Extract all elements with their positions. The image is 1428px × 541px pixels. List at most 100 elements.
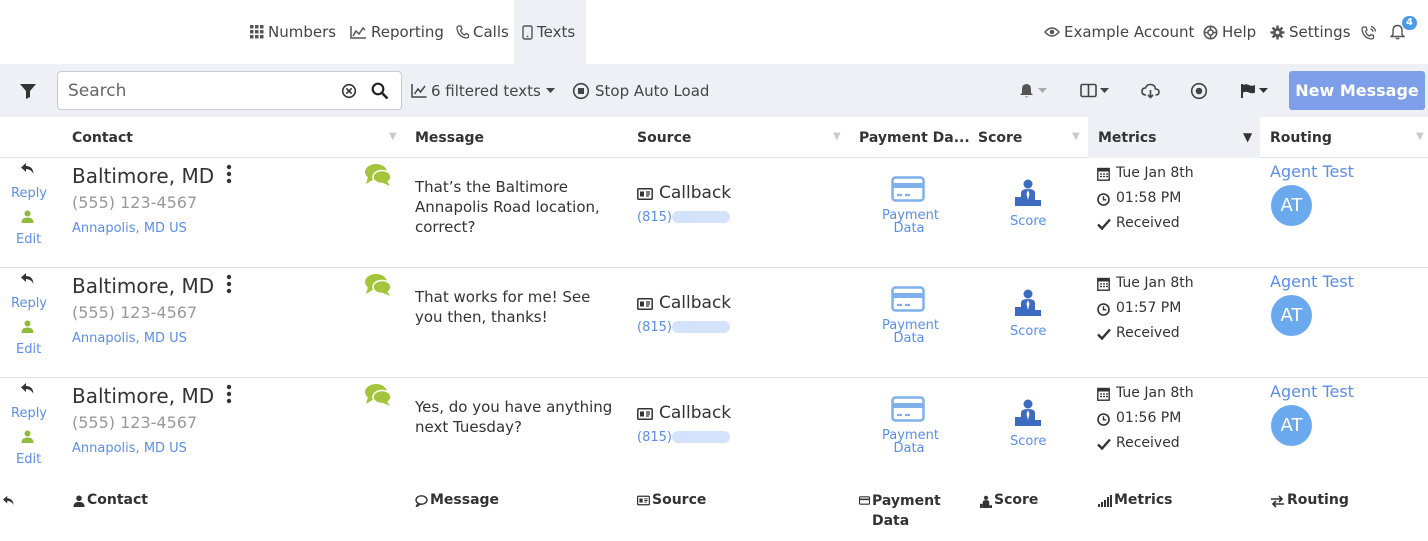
reply-icon[interactable] bbox=[20, 162, 35, 175]
help-link[interactable]: Help bbox=[1203, 0, 1256, 64]
location-city-link[interactable]: Annapolis bbox=[72, 441, 136, 456]
column-header-metrics[interactable]: Metrics bbox=[1088, 117, 1260, 158]
flag-dropdown[interactable] bbox=[1240, 64, 1268, 117]
filter-button[interactable] bbox=[19, 64, 37, 117]
chat-bubbles-icon[interactable] bbox=[364, 273, 392, 297]
reply-link[interactable]: Reply bbox=[11, 406, 47, 421]
agent-avatar[interactable]: AT bbox=[1271, 185, 1312, 226]
credit-card-icon[interactable] bbox=[891, 176, 925, 202]
reply-icon[interactable] bbox=[20, 272, 35, 285]
reply-icon[interactable] bbox=[20, 382, 35, 395]
message-date: Tue Jan 8th bbox=[1116, 385, 1194, 401]
search-input[interactable] bbox=[68, 79, 328, 103]
more-options-icon[interactable] bbox=[222, 384, 236, 404]
columns-dropdown[interactable] bbox=[1080, 64, 1109, 117]
notifications-button[interactable] bbox=[1390, 0, 1409, 64]
message-text: Yes, do you have anything next Tuesday? bbox=[415, 398, 613, 436]
sort-caret-metrics[interactable]: ▼ bbox=[1243, 130, 1252, 144]
nav-numbers[interactable]: Numbers bbox=[250, 0, 336, 64]
location-state-link[interactable]: MD US bbox=[144, 441, 187, 456]
agent-name-link[interactable]: Agent Test bbox=[1270, 382, 1354, 401]
nav-calls[interactable]: Calls bbox=[456, 0, 509, 64]
column-header-payment-data[interactable]: Payment Da... bbox=[859, 117, 970, 158]
payment-data-link[interactable]: Payment Data bbox=[882, 429, 939, 455]
stop-auto-load-button[interactable]: Stop Auto Load bbox=[572, 64, 709, 117]
location-state-link[interactable]: MD US bbox=[144, 331, 187, 346]
chat-bubbles-icon[interactable] bbox=[364, 383, 392, 407]
more-options-icon[interactable] bbox=[222, 164, 236, 184]
user-icon bbox=[73, 495, 85, 507]
column-header-source[interactable]: Source bbox=[637, 117, 691, 158]
agent-avatar[interactable]: AT bbox=[1271, 295, 1312, 336]
table-row[interactable]: Reply Edit Baltimore, MD (555) 123-4567 … bbox=[0, 378, 1428, 488]
sort-caret-score[interactable]: ▼ bbox=[1072, 131, 1080, 142]
footer-routing: Routing bbox=[1270, 492, 1349, 508]
column-header-score[interactable]: Score bbox=[978, 117, 1022, 158]
agent-avatar[interactable]: AT bbox=[1271, 405, 1312, 446]
location-state-link[interactable]: MD US bbox=[144, 221, 187, 236]
user-icon[interactable] bbox=[21, 210, 34, 223]
source-type: Callback bbox=[659, 293, 732, 313]
search-icon[interactable] bbox=[371, 82, 389, 100]
filtered-texts-dropdown[interactable]: 6 filtered texts bbox=[411, 64, 555, 117]
alert-settings-dropdown[interactable] bbox=[1018, 64, 1047, 117]
column-header-contact[interactable]: Contact bbox=[72, 117, 133, 158]
source-number[interactable]: (815) bbox=[637, 430, 672, 445]
user-icon[interactable] bbox=[21, 430, 34, 443]
agent-name-link[interactable]: Agent Test bbox=[1270, 162, 1354, 181]
call-log-button[interactable] bbox=[1361, 0, 1381, 64]
table-row[interactable]: Reply Edit Baltimore, MD (555) 123-4567 … bbox=[0, 158, 1428, 268]
edit-link[interactable]: Edit bbox=[16, 452, 41, 467]
source-number[interactable]: (815) bbox=[637, 320, 672, 335]
reply-icon[interactable] bbox=[2, 495, 15, 506]
message-text: That’s the Baltimore Annapolis Road loca… bbox=[415, 178, 600, 236]
message-date: Tue Jan 8th bbox=[1116, 275, 1194, 291]
score-podium-icon[interactable] bbox=[1015, 398, 1041, 426]
redacted-number bbox=[672, 431, 730, 443]
score-link[interactable]: Score bbox=[1010, 324, 1046, 339]
score-link[interactable]: Score bbox=[1010, 434, 1046, 449]
score-podium-icon[interactable] bbox=[1015, 178, 1041, 206]
chat-bubbles-icon[interactable] bbox=[364, 163, 392, 187]
payment-data-link[interactable]: Payment Data bbox=[882, 209, 939, 235]
sort-caret-contact[interactable]: ▼ bbox=[389, 131, 397, 142]
new-message-button[interactable]: New Message bbox=[1289, 71, 1425, 110]
column-header-message[interactable]: Message bbox=[415, 117, 484, 158]
credit-card-icon[interactable] bbox=[891, 396, 925, 422]
footer-payment-data-label: Payment Data bbox=[871, 493, 941, 529]
column-header-routing[interactable]: Routing bbox=[1270, 117, 1332, 158]
source-number[interactable]: (815) bbox=[637, 210, 672, 225]
sort-caret-source[interactable]: ▼ bbox=[833, 131, 841, 142]
table-row[interactable]: Reply Edit Baltimore, MD (555) 123-4567 … bbox=[0, 268, 1428, 378]
column-header-metrics-label: Metrics bbox=[1098, 129, 1157, 146]
score-link[interactable]: Score bbox=[1010, 214, 1046, 229]
edit-link[interactable]: Edit bbox=[16, 232, 41, 247]
agent-name-link[interactable]: Agent Test bbox=[1270, 272, 1354, 291]
edit-link[interactable]: Edit bbox=[16, 342, 41, 357]
footer-message: Message bbox=[415, 492, 499, 508]
payment-data-link[interactable]: Payment Data bbox=[882, 319, 939, 345]
score-podium-icon[interactable] bbox=[1015, 288, 1041, 316]
contact-phone: (555) 123-4567 bbox=[72, 193, 198, 212]
flag-icon bbox=[1241, 83, 1255, 98]
account-menu[interactable]: Example Account bbox=[1044, 0, 1194, 64]
phone-icon bbox=[456, 25, 469, 39]
location-city-link[interactable]: Annapolis bbox=[72, 221, 136, 236]
location-city-link[interactable]: Annapolis bbox=[72, 331, 136, 346]
clear-search-icon[interactable] bbox=[341, 83, 357, 99]
score-podium-icon bbox=[980, 495, 992, 508]
download-button[interactable] bbox=[1141, 64, 1160, 117]
reply-link[interactable]: Reply bbox=[11, 296, 47, 311]
sort-caret-routing[interactable]: ▼ bbox=[1416, 131, 1424, 142]
top-navigation: Numbers Reporting Calls Texts Example Ac… bbox=[0, 0, 1428, 64]
settings-link[interactable]: Settings bbox=[1270, 0, 1351, 64]
user-icon[interactable] bbox=[21, 320, 34, 333]
nav-texts[interactable]: Texts bbox=[514, 0, 586, 64]
record-button[interactable] bbox=[1190, 64, 1208, 117]
nav-reporting[interactable]: Reporting bbox=[350, 0, 444, 64]
reply-link[interactable]: Reply bbox=[11, 186, 47, 201]
clock-icon bbox=[1097, 193, 1110, 206]
contact-location: Annapolis, MD US bbox=[72, 331, 187, 346]
credit-card-icon[interactable] bbox=[891, 286, 925, 312]
more-options-icon[interactable] bbox=[222, 274, 236, 294]
